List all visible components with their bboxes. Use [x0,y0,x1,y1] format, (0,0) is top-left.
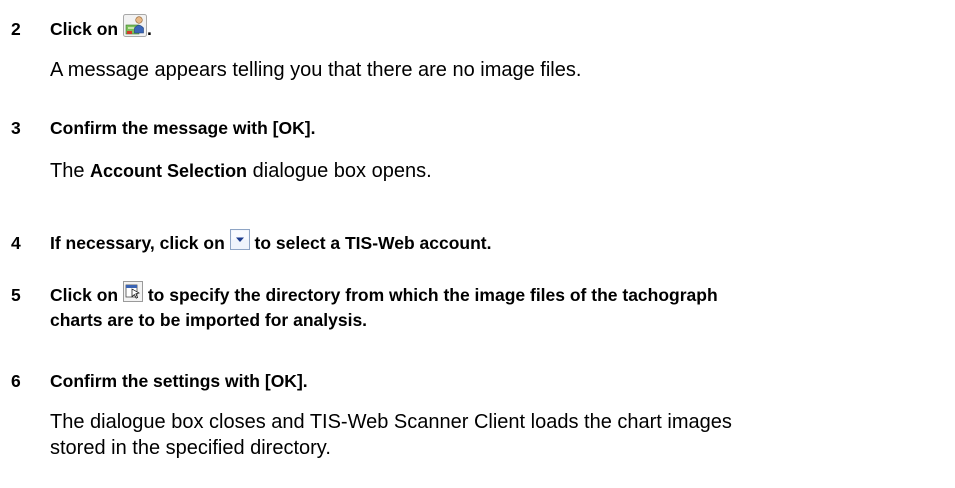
step-5-instruction-line2: charts are to be imported for analysis. [50,310,368,330]
step-2-result: A message appears telling you that there… [50,59,582,81]
step-6-instruction: 6 Confirm the settings with [OK]. [11,369,308,393]
step-2-instruction: 2 Click on . [11,14,152,45]
dropdown-arrow-icon [229,229,250,256]
step-number: 3 [11,118,21,138]
step-text-end: to select a TIS-Web account. [254,233,492,254]
folder-browse-icon [122,281,143,308]
step-text-end: to specify the directory from which the … [147,285,718,306]
step-3-result: The Account Selection dialogue box opens… [50,158,432,184]
step-number: 4 [11,233,21,254]
step-text-end: . [146,19,152,40]
dialog-name: Account Selection [90,161,248,181]
step-5-instruction: 5 Click on to specify the directory from … [11,281,718,310]
step-number: 5 [11,285,21,306]
result-text: The [50,160,85,182]
step-text: Click on [50,285,119,306]
scanner-client-icon [122,14,147,43]
step-text: Confirm the message with [OK]. [50,118,316,138]
step-number: 6 [11,371,21,391]
result-text-end: dialogue box opens. [252,160,432,182]
step-number: 2 [11,19,21,40]
step-3-instruction: 3 Confirm the message with [OK]. [11,116,315,140]
step-text: Click on [50,19,119,40]
step-6-result-line1: The dialogue box closes and TIS-Web Scan… [50,411,732,433]
step-text: Confirm the settings with [OK]. [50,371,308,391]
step-4-instruction: 4 If necessary, click on to select a TIS-… [11,229,492,258]
step-6-result-line2: stored in the specified directory. [50,437,331,459]
step-text: If necessary, click on [50,233,225,254]
